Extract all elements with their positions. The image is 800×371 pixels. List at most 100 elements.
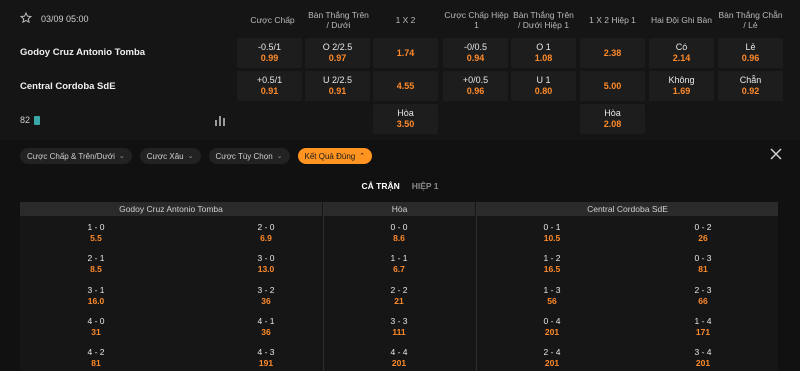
cell-odds: 0.99: [260, 53, 279, 63]
score-cell[interactable]: 2 - 2 21: [364, 285, 434, 307]
cell-odds: 0.80: [534, 86, 553, 96]
odds-cell-draw-h1[interactable]: Hòa 2.08: [580, 104, 645, 134]
score-odds: 191: [258, 358, 274, 368]
tab-label: Kết Quả Đúng: [304, 151, 356, 161]
odds-cell-away-handicap-h1[interactable]: +0/0.5 0.96: [443, 71, 508, 101]
score-cell[interactable]: 4 - 3 191: [231, 347, 301, 369]
score-cell[interactable]: 1 - 2 16.5: [517, 253, 587, 275]
cell-odds: 0.92: [741, 86, 760, 96]
header-odd-even: Bàn Thắng Chẵn / Lẻ: [718, 10, 783, 30]
score-label: 0 - 3: [694, 253, 712, 263]
score-cell[interactable]: 1 - 0 5.5: [61, 222, 131, 244]
tab-full-time[interactable]: CẢ TRẬN: [361, 181, 399, 191]
odds-cell-home-1x2-h1[interactable]: 2.38: [580, 38, 645, 68]
more-markets[interactable]: 82: [20, 115, 41, 125]
cell-label: Không: [668, 75, 695, 85]
score-cell[interactable]: 4 - 0 31: [61, 316, 131, 338]
odds-cell-odd[interactable]: Lẻ 0.96: [718, 38, 783, 68]
cell-odds: 3.50: [396, 119, 415, 129]
cell-label: Hòa: [604, 108, 621, 118]
score-cell[interactable]: 0 - 3 81: [668, 253, 738, 275]
score-cell[interactable]: 3 - 0 13.0: [231, 253, 301, 275]
score-odds: 56: [547, 296, 557, 306]
chevron-down-icon: ⌄: [187, 153, 194, 160]
odds-cell-away-1x2[interactable]: 4.55: [373, 71, 438, 101]
tab-first-half[interactable]: HIỆP 1: [412, 181, 439, 191]
score-label: 1 - 0: [87, 222, 105, 232]
odds-cell-home-handicap[interactable]: -0.5/1 0.99: [237, 38, 302, 68]
score-label: 2 - 4: [543, 347, 561, 357]
tab-correct-score[interactable]: Kết Quả Đúng ⌃: [297, 148, 373, 164]
score-cell[interactable]: 4 - 4 201: [364, 347, 434, 369]
score-cell[interactable]: 3 - 2 36: [231, 285, 301, 307]
score-cell[interactable]: 0 - 4 201: [517, 316, 587, 338]
odds-cell-away-1x2-h1[interactable]: 5.00: [580, 71, 645, 101]
score-cell[interactable]: 2 - 1 8.5: [61, 253, 131, 275]
score-cell[interactable]: 3 - 1 16.0: [61, 285, 131, 307]
odds-cell-home-1x2[interactable]: 1.74: [373, 38, 438, 68]
score-odds: 201: [544, 327, 560, 337]
odds-cell-even[interactable]: Chẵn 0.92: [718, 71, 783, 101]
star-icon[interactable]: [20, 12, 32, 24]
score-cell[interactable]: 0 - 2 26: [668, 222, 738, 244]
cell-odds: 2.14: [672, 53, 691, 63]
cell-odds: 0.97: [328, 53, 347, 63]
score-cell[interactable]: 4 - 2 81: [61, 347, 131, 369]
cell-label: Lẻ: [745, 42, 756, 52]
score-label: 4 - 2: [87, 347, 105, 357]
score-label: 4 - 0: [87, 316, 105, 326]
odds-cell-home-over[interactable]: O 2/2.5 0.97: [305, 38, 370, 68]
score-cell[interactable]: 3 - 4 201: [668, 347, 738, 369]
odds-cell-away-under-h1[interactable]: U 1 0.80: [511, 71, 576, 101]
score-label: 4 - 1: [257, 316, 275, 326]
score-label: 3 - 3: [390, 316, 408, 326]
odds-cell-both-score-no[interactable]: Không 1.69: [649, 71, 714, 101]
cell-label: +0.5/1: [256, 75, 283, 85]
market-filter-tabs: Cược Chấp & Trên/Dưới ⌄ Cược Xâu ⌄ Cược Tù…: [20, 148, 373, 164]
score-label: 4 - 4: [390, 347, 408, 357]
cell-label: U 2/2.5: [322, 75, 353, 85]
score-cell[interactable]: 1 - 4 171: [668, 316, 738, 338]
score-label: 0 - 2: [694, 222, 712, 232]
score-cell[interactable]: 0 - 1 10.5: [517, 222, 587, 244]
score-odds: 10.5: [543, 233, 561, 243]
odds-cell-home-over-h1[interactable]: O 1 1.08: [511, 38, 576, 68]
odds-cell-away-handicap[interactable]: +0.5/1 0.91: [237, 71, 302, 101]
stats-icon[interactable]: [214, 114, 226, 126]
cell-label: -0/0.5: [463, 42, 487, 52]
score-label: 0 - 1: [543, 222, 561, 232]
close-icon[interactable]: [770, 148, 782, 160]
odds-cell-away-under[interactable]: U 2/2.5 0.91: [305, 71, 370, 101]
score-odds: 201: [695, 358, 711, 368]
score-cell[interactable]: 1 - 3 56: [517, 285, 587, 307]
score-label: 2 - 2: [390, 285, 408, 295]
score-cell[interactable]: 2 - 3 66: [668, 285, 738, 307]
tab-parlay[interactable]: Cược Xâu ⌄: [139, 148, 201, 164]
cell-label: -0.5/1: [257, 42, 281, 52]
column-divider: [476, 202, 477, 371]
more-markets-count: 82: [20, 115, 31, 125]
score-odds: 26: [698, 233, 708, 243]
score-odds: 16.0: [87, 296, 105, 306]
tab-handicap-over-under[interactable]: Cược Chấp & Trên/Dưới ⌄: [20, 148, 132, 164]
score-label: 1 - 1: [390, 253, 408, 263]
odds-cell-home-handicap-h1[interactable]: -0/0.5 0.94: [443, 38, 508, 68]
column-header-away: Central Cordoba SdE: [477, 202, 778, 216]
odds-cell-draw[interactable]: Hòa 3.50: [373, 104, 438, 134]
markets-icon: [34, 115, 41, 125]
score-label: 0 - 0: [390, 222, 408, 232]
score-label: 3 - 2: [257, 285, 275, 295]
score-cell[interactable]: 3 - 3 111: [364, 316, 434, 338]
tab-custom-bet[interactable]: Cược Tùy Chọn ⌄: [208, 148, 290, 164]
odds-cell-both-score-yes[interactable]: Có 2.14: [649, 38, 714, 68]
cell-label: O 2/2.5: [322, 42, 353, 52]
score-cell[interactable]: 2 - 4 201: [517, 347, 587, 369]
score-odds: 171: [695, 327, 711, 337]
period-tabs: CẢ TRẬN HIỆP 1: [0, 181, 800, 191]
score-cell[interactable]: 1 - 1 6.7: [364, 253, 434, 275]
score-cell[interactable]: 2 - 0 6.9: [231, 222, 301, 244]
tab-label: Cược Chấp & Trên/Dưới: [27, 151, 115, 161]
score-cell[interactable]: 0 - 0 8.6: [364, 222, 434, 244]
score-odds: 66: [698, 296, 708, 306]
score-cell[interactable]: 4 - 1 36: [231, 316, 301, 338]
